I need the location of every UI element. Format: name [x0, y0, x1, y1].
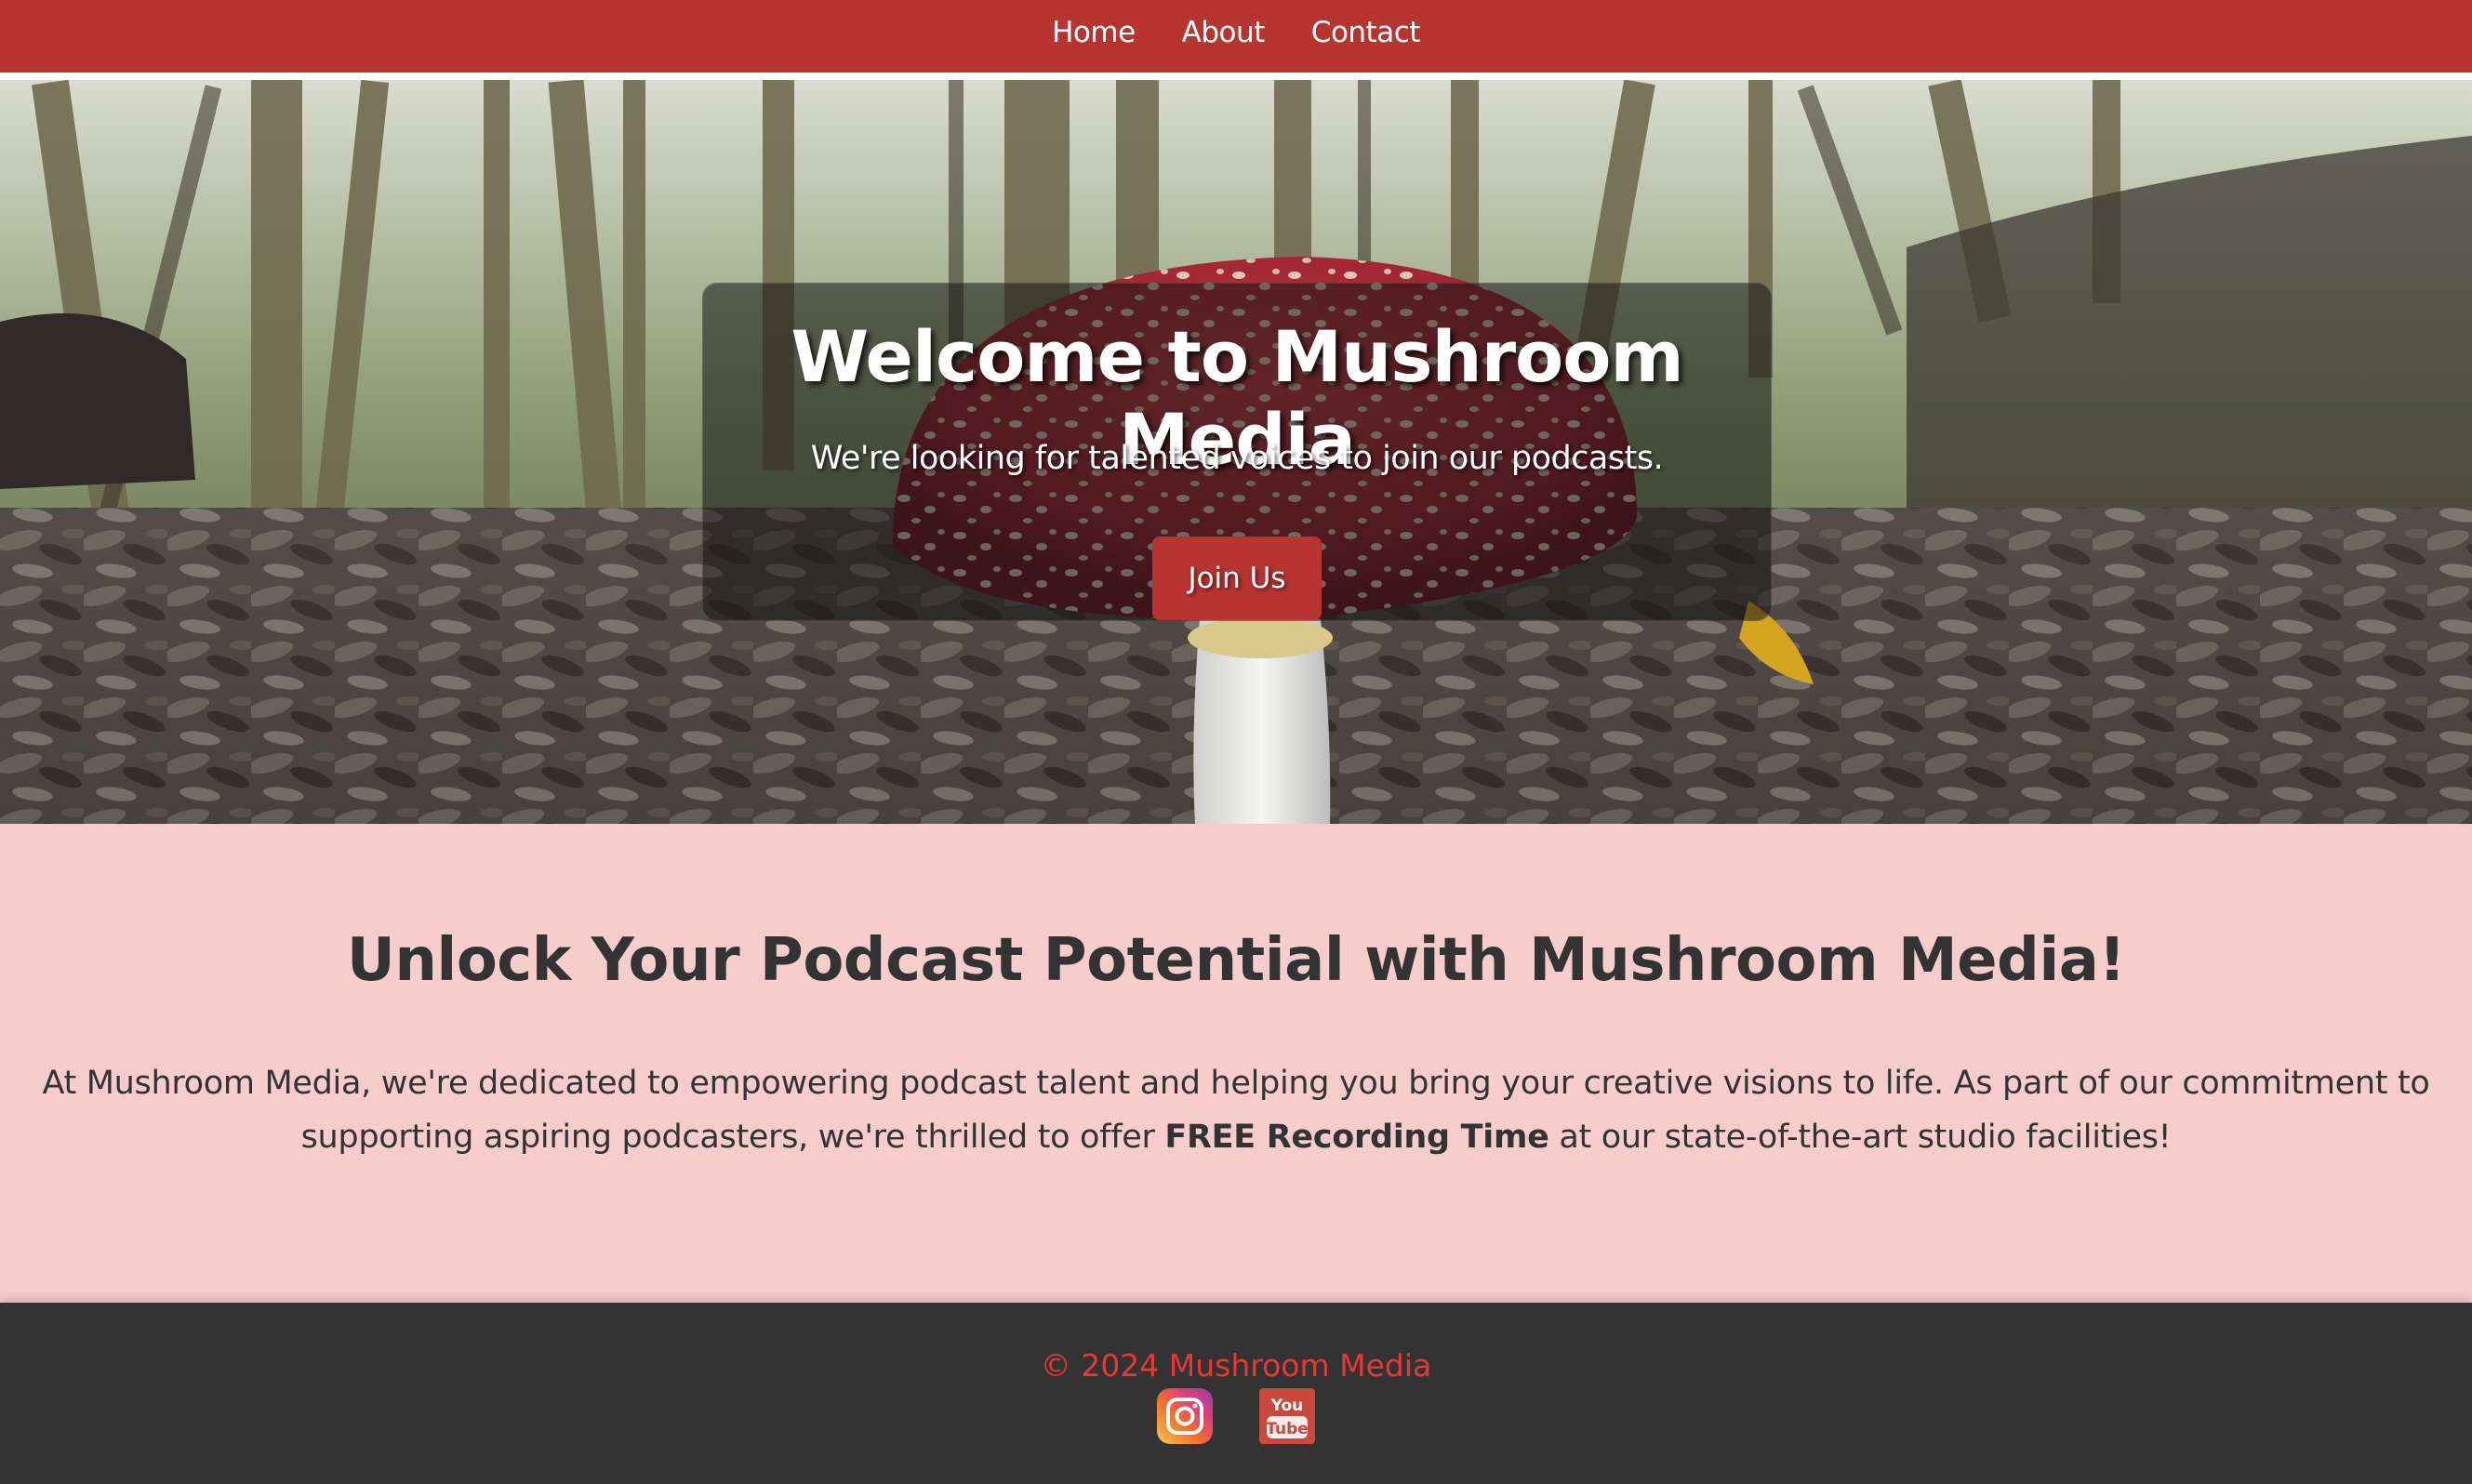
nav-divider [0, 73, 2472, 80]
hero-section: Welcome to Mushroom Media We're looking … [0, 80, 2472, 824]
youtube-icon-text-bottom: Tube [1266, 1420, 1309, 1438]
footer: © 2024 Mushroom Media You Tube [0, 1303, 2472, 1484]
youtube-link[interactable]: You Tube [1259, 1388, 1315, 1444]
intro-text-end: at our state-of-the-art studio facilitie… [1548, 1119, 2172, 1156]
hero-subtitle: We're looking for talented voices to joi… [810, 440, 1664, 477]
youtube-icon-text-top: You [1270, 1397, 1304, 1415]
top-nav: Home About Contact [0, 0, 2472, 73]
instagram-icon [1157, 1388, 1213, 1444]
intro-text-highlight: FREE Recording Time [1164, 1119, 1549, 1156]
instagram-link[interactable] [1157, 1388, 1213, 1444]
nav-home-link[interactable]: Home [1052, 16, 1136, 57]
nav-about-link[interactable]: About [1182, 16, 1266, 57]
youtube-icon: You Tube [1259, 1388, 1315, 1444]
intro-heading: Unlock Your Podcast Potential with Mushr… [346, 926, 2126, 995]
hero-overlay-card: Welcome to Mushroom Media We're looking … [702, 283, 1772, 621]
join-us-button[interactable]: Join Us [1152, 537, 1322, 620]
copyright-text: © 2024 Mushroom Media [1040, 1347, 1432, 1384]
nav-contact-link[interactable]: Contact [1311, 16, 1421, 57]
intro-section: Unlock Your Podcast Potential with Mushr… [0, 824, 2472, 1303]
intro-paragraph: At Mushroom Media, we're dedicated to em… [37, 1056, 2435, 1164]
